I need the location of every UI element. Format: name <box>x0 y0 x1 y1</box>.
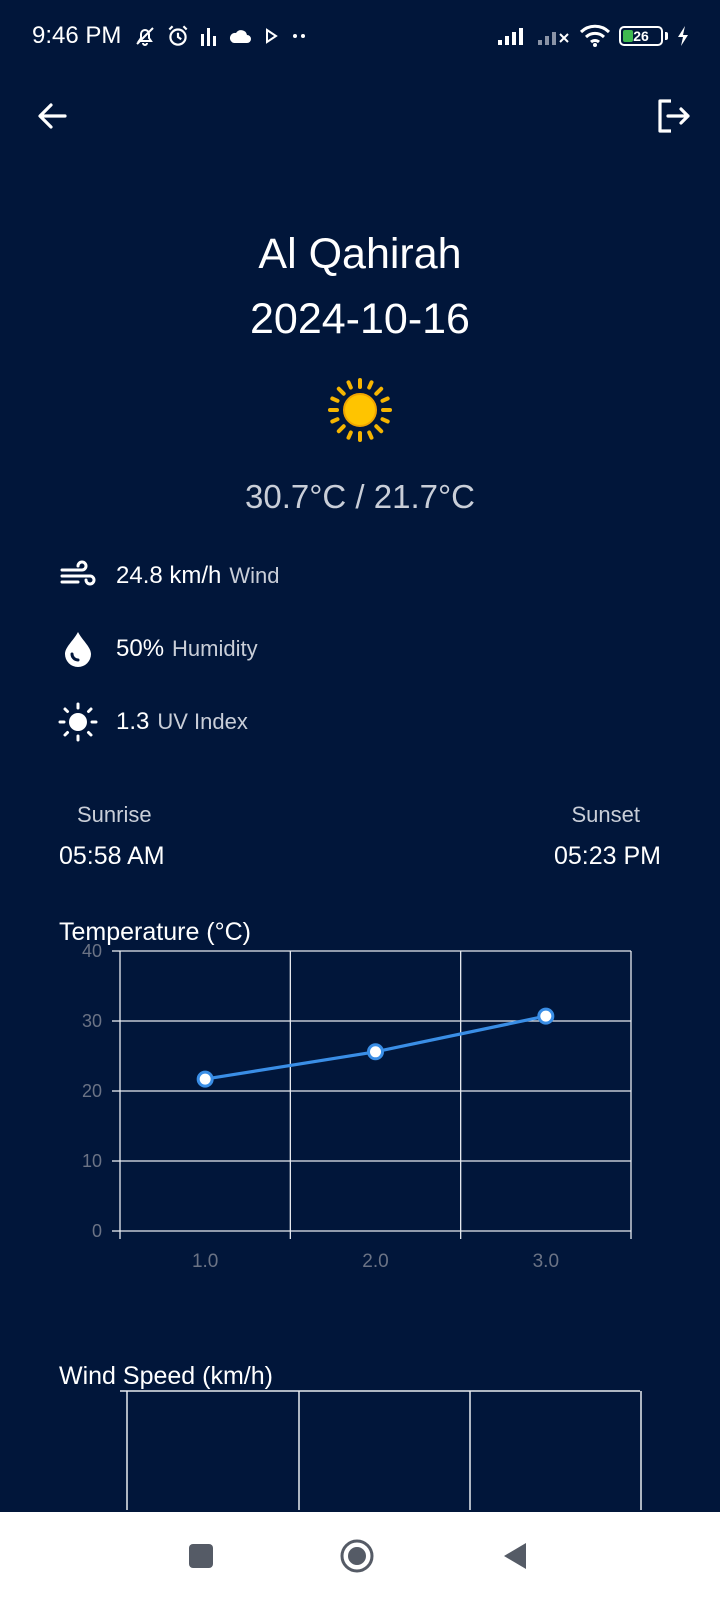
wind-speed-chart <box>120 1390 642 1510</box>
bell-off-icon <box>133 24 157 48</box>
recents-button[interactable] <box>179 1534 223 1578</box>
charging-icon <box>676 25 690 47</box>
wind-chart-title: Wind Speed (km/h) <box>59 1362 273 1390</box>
uv-row: 1.3 UV Index <box>58 702 248 742</box>
alarm-icon <box>165 23 191 49</box>
play-icon <box>261 26 281 46</box>
temp-chart-data-point <box>367 1043 384 1061</box>
temp-chart-x-tick-label: 2.0 <box>362 1251 388 1272</box>
home-button[interactable] <box>335 1534 379 1578</box>
status-time: 9:46 PM <box>32 22 122 49</box>
sunrise-label: Sunrise <box>77 802 152 827</box>
temp-chart-data-point <box>537 1007 555 1025</box>
back-button[interactable] <box>30 94 74 138</box>
system-back-button[interactable] <box>493 1534 537 1578</box>
battery-nub <box>665 32 668 40</box>
battery-icon: 26 <box>619 26 663 46</box>
temp-chart-data-point <box>196 1070 214 1088</box>
wind-icon <box>58 556 98 596</box>
wind-label: Wind <box>229 563 280 588</box>
arrow-left-icon <box>38 103 67 129</box>
temp-chart-y-tick-label: 20 <box>82 1081 102 1101</box>
top-bar <box>0 86 720 142</box>
battery-level: 26 <box>633 28 649 44</box>
wifi-icon <box>579 24 611 48</box>
home-circle-icon <box>340 1539 374 1573</box>
back-triangle-icon <box>504 1543 526 1569</box>
temp-chart-y-tick-label: 30 <box>82 1011 102 1031</box>
sunset-time: 05:23 PM <box>553 842 661 870</box>
status-bar: 9:46 PM 26 <box>0 0 720 72</box>
temp-chart-y-tick-label: 0 <box>92 1221 102 1241</box>
temp-chart-y-tick-label: 40 <box>82 941 102 961</box>
status-left: 9:46 PM <box>32 22 309 50</box>
city-name: Al Qahirah <box>258 230 462 278</box>
temp-chart-y-tick-label: 10 <box>82 1151 102 1171</box>
signal-icon <box>497 26 529 46</box>
sunset-label: Sunset <box>571 802 641 827</box>
system-nav-bar <box>0 1512 720 1600</box>
uv-value: 1.3 <box>116 708 150 735</box>
sun-icon <box>326 376 394 444</box>
uv-sun-icon <box>58 702 98 742</box>
equalizer-icon <box>199 24 219 48</box>
signal-x-icon <box>537 26 571 46</box>
recents-square-icon <box>189 1544 213 1568</box>
forecast-date: 2024-10-16 <box>250 295 470 343</box>
humidity-label: Humidity <box>172 636 258 661</box>
wind-value: 24.8 km/h <box>116 562 222 589</box>
temp-chart-x-tick-label: 3.0 <box>533 1251 559 1272</box>
temperature-chart: 0 10 20 30 40 1.0 2.0 3.0 <box>82 941 632 1272</box>
logout-button[interactable] <box>652 94 696 138</box>
uv-label: UV Index <box>157 709 248 734</box>
sunrise-time: 05:58 AM <box>59 842 165 870</box>
status-right: 26 <box>497 24 690 48</box>
humidity-value: 50% <box>116 635 165 662</box>
temperature-range: 30.7°C / 21.7°C <box>244 478 476 515</box>
wind-row: 24.8 km/h Wind <box>58 556 280 596</box>
humidity-row: 50% Humidity <box>58 629 258 669</box>
water-drop-icon <box>58 629 98 669</box>
logout-icon <box>658 99 690 133</box>
cloud-icon <box>227 26 253 46</box>
temp-chart-x-tick-label: 1.0 <box>192 1251 218 1272</box>
more-dots-icon <box>289 26 309 46</box>
